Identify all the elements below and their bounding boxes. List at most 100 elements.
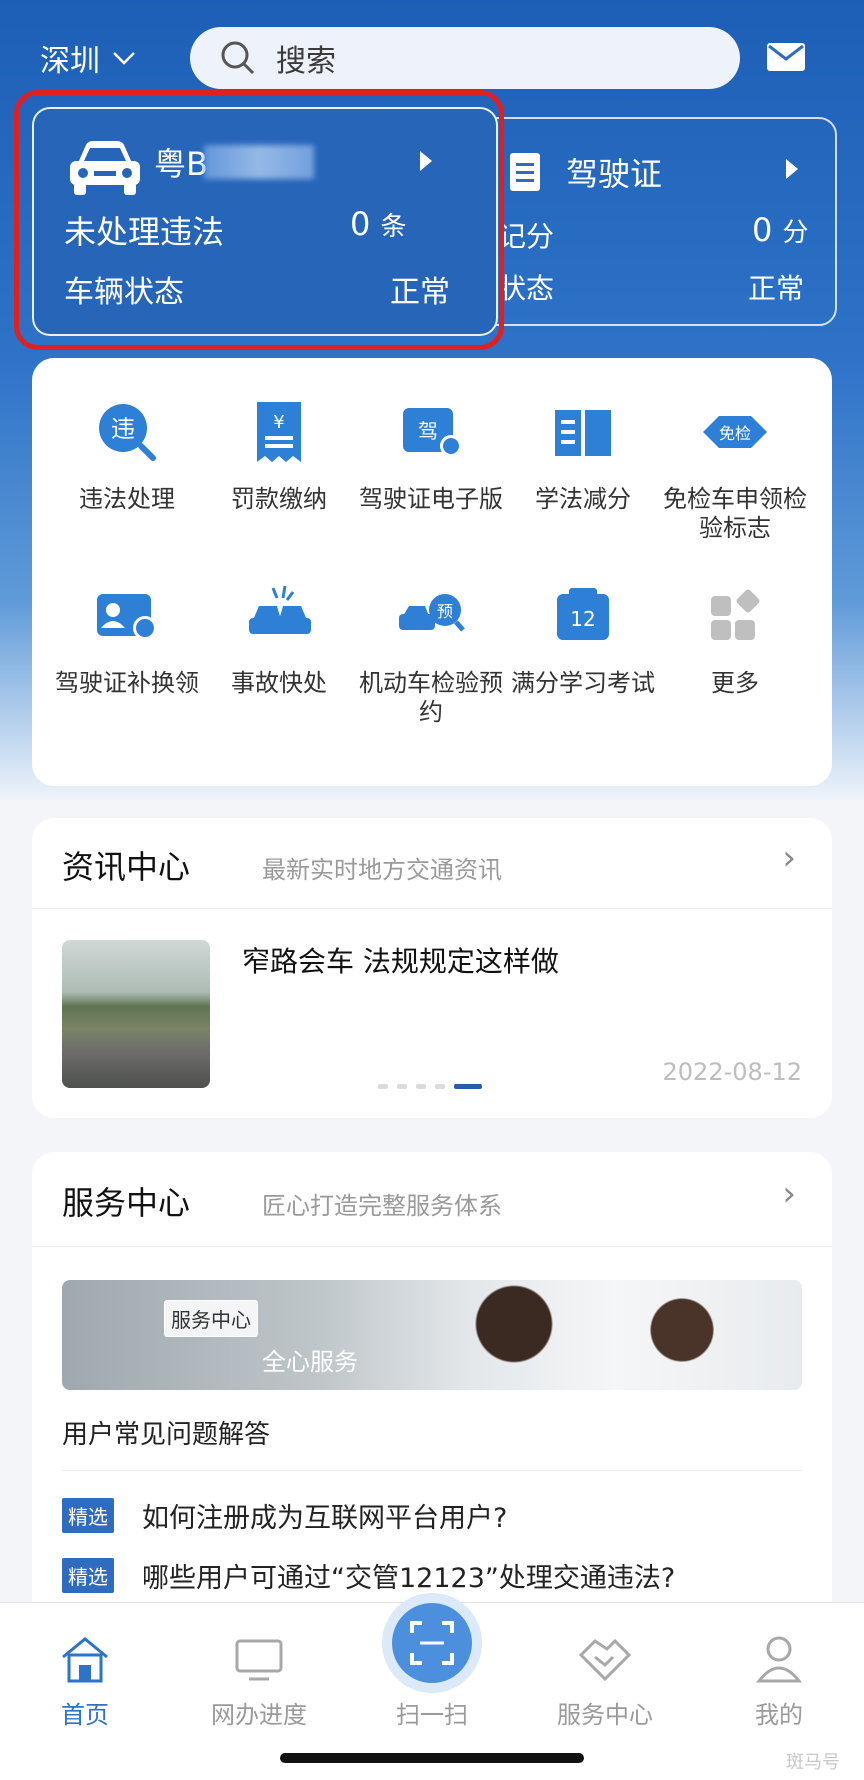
violation-search-icon: 违 — [99, 404, 156, 461]
search-icon — [221, 41, 255, 75]
svg-text:¥: ¥ — [273, 412, 284, 433]
carousel-indicator[interactable] — [378, 1084, 482, 1089]
faq-question: 哪些用户可通过“交管12123”处理交通违法? — [142, 1563, 676, 1594]
svg-text:驾: 驾 — [418, 419, 438, 443]
license-replace-icon — [97, 594, 157, 640]
carousel-dot — [378, 1084, 388, 1089]
license-card[interactable]: 驾驶证 积记分 0 分 件状态 正常 — [470, 117, 837, 326]
tab-label: 首页 — [61, 1701, 109, 1729]
featured-tag: 精选 — [62, 1498, 114, 1533]
service-e-license[interactable]: 驾 驾驶证电子版 — [356, 396, 506, 514]
chevron-right-icon[interactable]: › — [782, 1174, 796, 1214]
service-label: 驾驶证电子版 — [359, 485, 503, 513]
tab-label: 服务中心 — [557, 1701, 653, 1729]
chevron-right-icon[interactable]: › — [782, 838, 796, 878]
city-selector[interactable]: 深圳 — [40, 36, 136, 80]
service-exam[interactable]: 12 满分学习考试 — [508, 580, 658, 698]
service-grid: 违 违法处理 ¥ 罚款缴纳 驾 驾驶证电子版 学法减分 免检 免检车申领检验标志… — [32, 358, 832, 786]
service-label: 罚款缴纳 — [231, 485, 327, 513]
handshake-icon — [578, 1638, 632, 1682]
calendar-exam-icon: 12 — [557, 588, 609, 640]
divider — [62, 1470, 802, 1471]
home-indicator — [280, 1753, 584, 1763]
license-doc-icon — [510, 153, 540, 191]
inspection-booking-icon: 预 — [399, 594, 465, 632]
banner-figure — [622, 1290, 742, 1390]
carousel-dot — [397, 1084, 407, 1089]
fine-receipt-icon: ¥ — [257, 402, 301, 462]
points-unit: 分 — [782, 218, 809, 248]
more-grid-icon — [711, 589, 760, 640]
highlight-box — [14, 90, 504, 350]
svg-text:违: 违 — [111, 415, 135, 443]
service-center-title: 服务中心 — [62, 1184, 191, 1222]
tab-label: 我的 — [755, 1701, 803, 1729]
service-more[interactable]: 更多 — [660, 580, 810, 698]
search-input[interactable]: 搜索 — [190, 27, 740, 89]
news-date: 2022-08-12 — [662, 1058, 802, 1086]
divider — [32, 1246, 832, 1247]
message-icon[interactable] — [766, 42, 806, 72]
watermark: 斑马号 — [786, 1752, 840, 1773]
news-section: 资讯中心 最新实时地方交通资讯 › 窄路会车 法规规定这样做 2022-08-1… — [32, 818, 832, 1118]
search-placeholder: 搜索 — [276, 44, 336, 79]
banner-tag: 服务中心 — [164, 1300, 258, 1337]
e-license-icon: 驾 — [403, 408, 462, 457]
svg-text:12: 12 — [570, 607, 595, 631]
tab-label: 扫一扫 — [396, 1701, 468, 1729]
news-title: 资讯中心 — [62, 848, 191, 886]
svg-text:预: 预 — [437, 602, 453, 621]
service-inspection-booking[interactable]: 预 机动车检验预约 — [356, 580, 506, 727]
service-exempt[interactable]: 免检 免检车申领检验标志 — [660, 396, 810, 543]
points-number: 0 — [752, 211, 773, 249]
accident-icon — [249, 585, 311, 634]
scan-icon — [410, 1621, 454, 1665]
news-article-title[interactable]: 窄路会车 法规规定这样做 — [242, 940, 559, 980]
service-label: 学法减分 — [535, 485, 631, 513]
service-license-replace[interactable]: 驾驶证补换领 — [52, 580, 202, 698]
service-label: 事故快处 — [231, 669, 327, 697]
license-status-value: 正常 — [748, 272, 805, 305]
service-label: 满分学习考试 — [511, 669, 655, 697]
faq-item[interactable]: 精选 如何注册成为互联网平台用户? — [62, 1496, 507, 1535]
license-title: 驾驶证 — [566, 155, 663, 193]
service-accident[interactable]: 事故快处 — [204, 580, 354, 698]
service-label: 机动车检验预约 — [359, 669, 503, 726]
license-points-value: 0 分 — [752, 211, 809, 249]
service-center-subtitle: 匠心打造完整服务体系 — [262, 1192, 502, 1220]
service-study[interactable]: 学法减分 — [508, 396, 658, 514]
news-thumbnail[interactable] — [62, 940, 210, 1088]
service-fine[interactable]: ¥ 罚款缴纳 — [204, 396, 354, 514]
tab-home[interactable]: 首页 — [20, 1629, 150, 1730]
user-icon — [755, 1636, 803, 1683]
service-label: 免检车申领检验标志 — [663, 485, 807, 542]
tab-progress[interactable]: 网办进度 — [194, 1629, 324, 1730]
faq-question: 如何注册成为互联网平台用户? — [142, 1503, 508, 1534]
service-label: 驾驶证补换领 — [55, 669, 199, 697]
city-label: 深圳 — [40, 44, 100, 79]
divider — [32, 908, 832, 909]
banner-text: 全心服务 — [262, 1348, 358, 1376]
home-icon — [62, 1637, 108, 1683]
caret-right-icon — [786, 159, 798, 179]
tab-mine[interactable]: 我的 — [714, 1629, 844, 1730]
exempt-badge-icon: 免检 — [703, 416, 767, 448]
tab-label: 网办进度 — [211, 1701, 307, 1729]
carousel-dot — [416, 1084, 426, 1089]
faq-title: 用户常见问题解答 — [62, 1420, 271, 1450]
chevron-down-icon — [113, 52, 135, 65]
carousel-dot-active — [454, 1084, 482, 1089]
faq-item[interactable]: 精选 哪些用户可通过“交管12123”处理交通违法? — [62, 1556, 675, 1595]
tab-service-center[interactable]: 服务中心 — [540, 1629, 670, 1730]
svg-text:免检: 免检 — [719, 424, 751, 443]
monitor-icon — [235, 1639, 283, 1681]
service-banner[interactable]: 服务中心 全心服务 — [62, 1280, 802, 1390]
service-violation[interactable]: 违 违法处理 — [52, 396, 202, 514]
carousel-dot — [435, 1084, 445, 1089]
scan-button — [392, 1603, 472, 1683]
service-label: 违法处理 — [79, 485, 175, 513]
service-center-section: 服务中心 匠心打造完整服务体系 › 服务中心 全心服务 用户常见问题解答 精选 … — [32, 1152, 832, 1612]
banner-figure — [442, 1280, 562, 1390]
news-subtitle: 最新实时地方交通资讯 — [262, 856, 502, 884]
tab-scan[interactable]: 扫一扫 — [367, 1603, 497, 1730]
